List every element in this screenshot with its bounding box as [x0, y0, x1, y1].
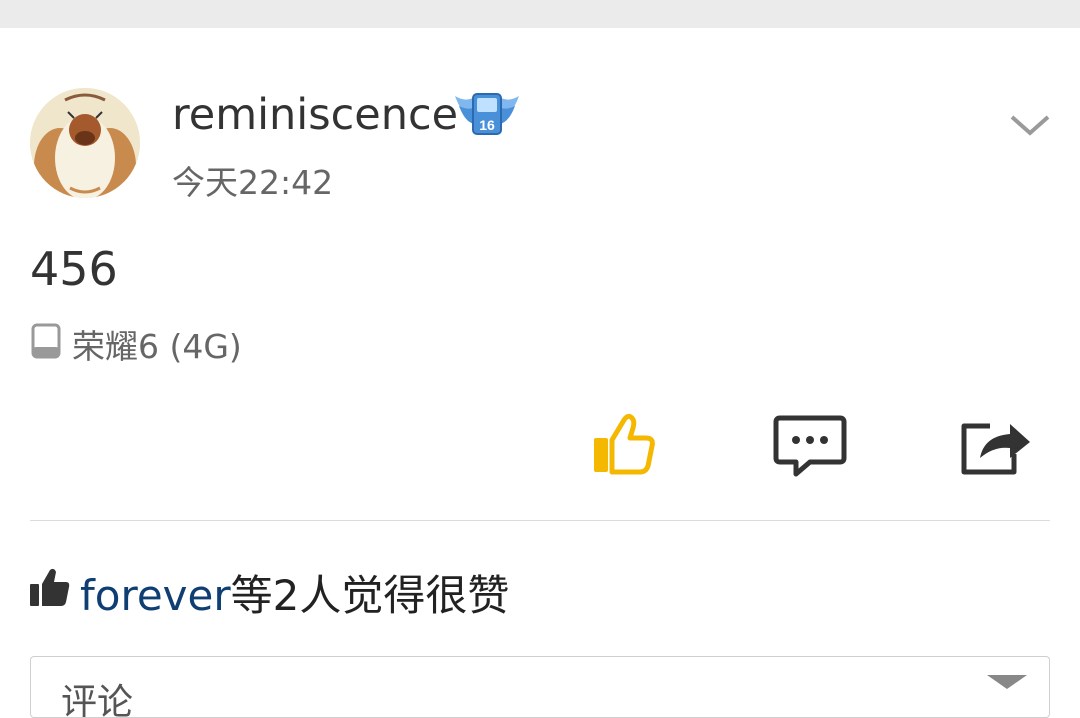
post-timestamp: 今天22:42	[172, 163, 334, 202]
chevron-down-icon[interactable]	[1006, 105, 1054, 145]
avatar-illustration	[30, 88, 140, 198]
post-content: 456	[30, 242, 118, 296]
comment-placeholder: 评论	[61, 682, 134, 718]
likes-summary: forever等2人觉得很赞	[80, 562, 509, 623]
comment-input[interactable]: 评论	[30, 656, 1050, 718]
likes-suffix: 等2人觉得很赞	[230, 571, 510, 620]
divider	[30, 520, 1050, 521]
share-icon[interactable]	[956, 412, 1034, 478]
winged-level-badge-icon: 16	[455, 93, 519, 135]
comment-bubble-icon[interactable]	[772, 412, 848, 478]
dropdown-arrow-icon[interactable]	[987, 675, 1027, 689]
status-bar-strip	[0, 0, 1080, 28]
username[interactable]: reminiscence	[172, 90, 458, 140]
thumbs-up-icon[interactable]	[590, 412, 656, 478]
avatar[interactable]	[30, 88, 140, 198]
badge-level-text: 16	[479, 117, 495, 133]
phone-icon	[31, 323, 61, 359]
liker-name-link[interactable]: forever	[80, 571, 231, 620]
thumbs-up-filled-icon	[30, 568, 70, 606]
device-label: 荣耀6 (4G)	[72, 327, 242, 366]
